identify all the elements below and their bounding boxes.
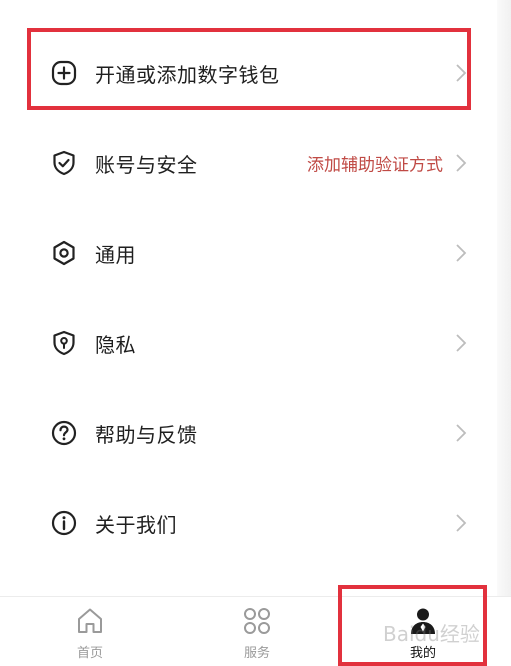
chevron-right-icon: [455, 153, 467, 173]
menu-item-privacy[interactable]: 隐私: [0, 298, 511, 388]
privacy-lock-icon: [50, 329, 78, 357]
chevron-right-icon: [455, 423, 467, 443]
settings-menu: 开通或添加数字钱包 账号与安全 添加辅助验证方式 通用 隐私 帮助与反馈 关于我…: [0, 28, 511, 568]
tab-home[interactable]: 首页: [5, 597, 175, 666]
settings-page: 开通或添加数字钱包 账号与安全 添加辅助验证方式 通用 隐私 帮助与反馈 关于我…: [0, 0, 511, 666]
verification-hint[interactable]: 添加辅助验证方式: [307, 151, 443, 176]
grid-icon: [241, 605, 273, 637]
menu-item-label: 通用: [95, 242, 136, 267]
menu-item-label: 账号与安全: [95, 152, 198, 177]
chevron-right-icon: [455, 63, 467, 83]
info-circle-icon: [50, 509, 78, 537]
plus-circle-icon: [50, 59, 78, 87]
menu-item-digital-wallet[interactable]: 开通或添加数字钱包: [0, 28, 511, 118]
chevron-right-icon: [455, 243, 467, 263]
hexagon-settings-icon: [50, 239, 78, 267]
menu-item-help-feedback[interactable]: 帮助与反馈: [0, 388, 511, 478]
watermark-text: Baidu经验: [383, 622, 480, 646]
shield-check-icon: [50, 149, 78, 177]
tab-label: 服务: [243, 646, 270, 661]
tab-label: 首页: [76, 646, 103, 661]
help-circle-icon: [50, 419, 78, 447]
chevron-right-icon: [455, 333, 467, 353]
chevron-right-icon: [455, 513, 467, 533]
menu-item-label: 开通或添加数字钱包: [95, 62, 280, 87]
menu-item-label: 关于我们: [95, 512, 177, 537]
menu-item-general[interactable]: 通用: [0, 208, 511, 298]
home-icon: [74, 605, 106, 637]
tab-services[interactable]: 服务: [172, 597, 342, 666]
menu-item-label: 隐私: [95, 332, 136, 357]
menu-item-about-us[interactable]: 关于我们: [0, 478, 511, 568]
menu-item-account-security[interactable]: 账号与安全 添加辅助验证方式: [0, 118, 511, 208]
menu-item-label: 帮助与反馈: [95, 422, 198, 447]
